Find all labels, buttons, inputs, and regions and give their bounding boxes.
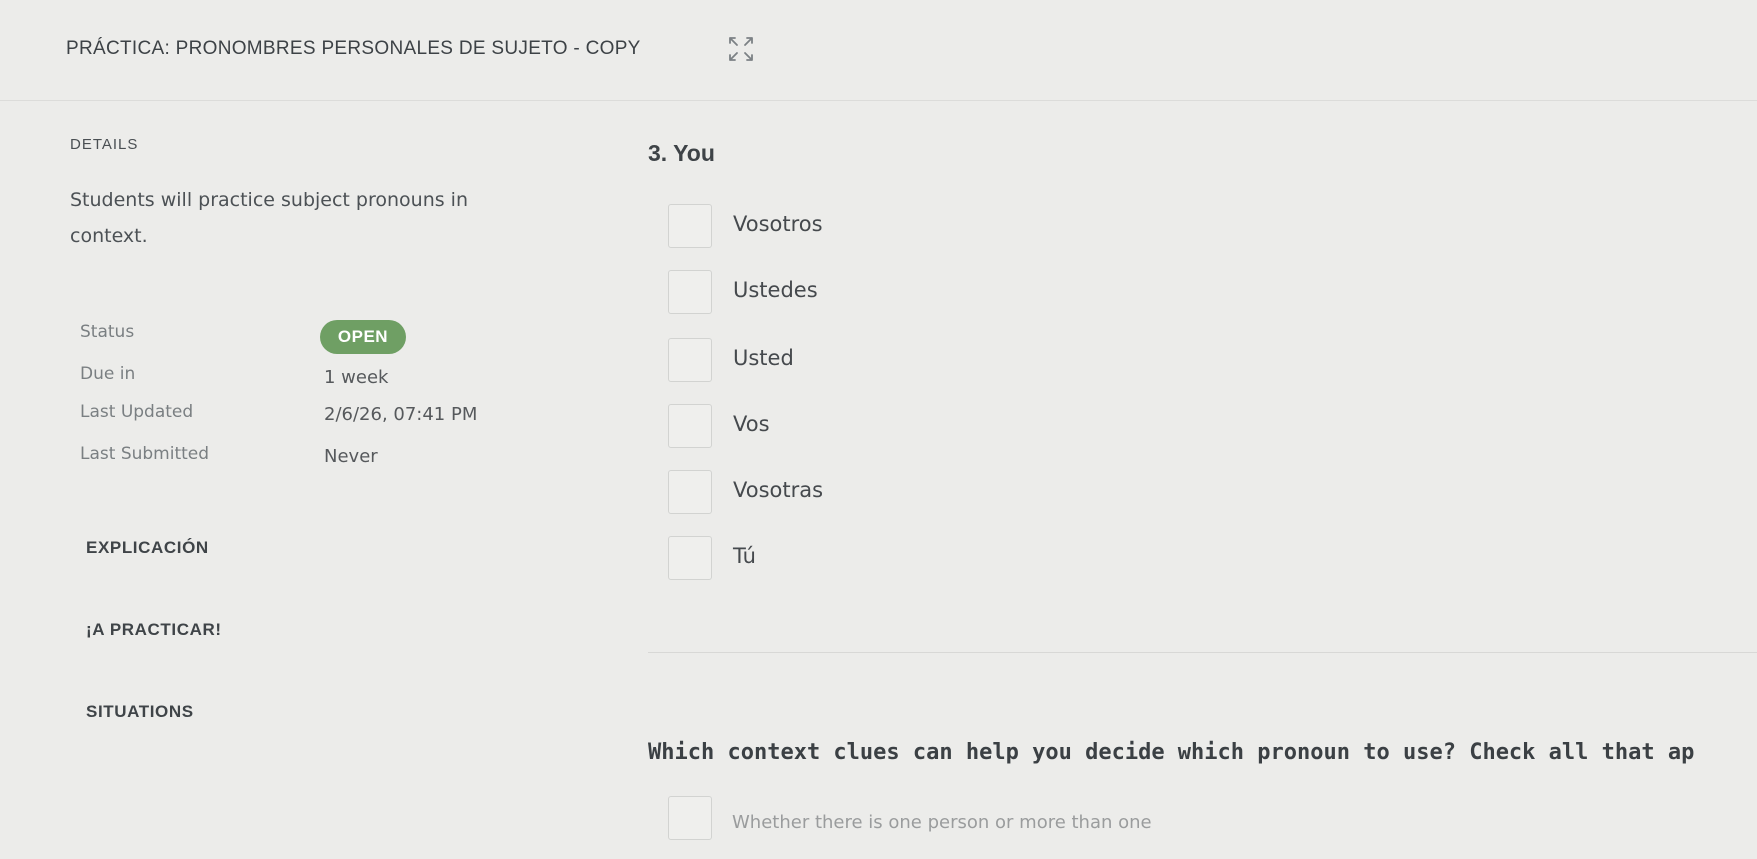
due-label: Due in [80, 364, 136, 384]
last-submitted-label: Last Submitted [80, 444, 210, 464]
question-2-title: Which context clues can help you decide … [648, 740, 1695, 765]
option-label: Vosotras [733, 478, 824, 502]
option-label: Vos [733, 412, 770, 436]
page-title: PRÁCTICA: PRONOMBRES PERSONALES DE SUJET… [66, 38, 641, 59]
section-explicacion[interactable]: EXPLICACIÓN [86, 538, 209, 558]
option-ustedes[interactable]: Ustedes [668, 270, 1068, 320]
option-vosotros[interactable]: Vosotros [668, 204, 1068, 254]
option-label: Vosotros [733, 212, 823, 236]
option-checkbox[interactable] [668, 536, 712, 580]
option-label: Tú [733, 544, 756, 568]
option-tu[interactable]: Tú [668, 536, 1068, 586]
question-title: 3. You [648, 140, 715, 166]
question-divider [648, 652, 1757, 653]
due-value: 1 week [324, 367, 389, 388]
header-bar: PRÁCTICA: PRONOMBRES PERSONALES DE SUJET… [0, 0, 1757, 101]
option-vosotras[interactable]: Vosotras [668, 470, 1068, 520]
details-panel: DETAILS Students will practice subject p… [66, 100, 626, 859]
option-label: Whether there is one person or more than… [732, 812, 1152, 833]
option-checkbox[interactable] [668, 204, 712, 248]
option-checkbox[interactable] [668, 338, 712, 382]
option-checkbox[interactable] [668, 404, 712, 448]
option-vos[interactable]: Vos [668, 404, 1068, 454]
section-situations[interactable]: SITUATIONS [86, 702, 194, 722]
assignment-description: Students will practice subject pronouns … [70, 189, 469, 247]
expand-arrows-icon[interactable] [726, 34, 756, 64]
option-checkbox[interactable] [668, 796, 712, 840]
option-label: Usted [733, 346, 794, 370]
section-practicar[interactable]: ¡A PRACTICAR! [86, 620, 222, 640]
last-updated-value: 2/6/26, 07:41 PM [324, 404, 478, 425]
status-badge: OPEN [320, 320, 406, 354]
last-submitted-value: Never [324, 446, 378, 467]
option-checkbox[interactable] [668, 470, 712, 514]
option-label: Ustedes [733, 278, 818, 302]
last-updated-label: Last Updated [80, 402, 194, 422]
option-usted[interactable]: Usted [668, 338, 1068, 388]
status-label: Status [80, 322, 135, 342]
option-checkbox[interactable] [668, 270, 712, 314]
assignment-page: PRÁCTICA: PRONOMBRES PERSONALES DE SUJET… [0, 0, 1757, 859]
details-heading: DETAILS [70, 136, 139, 153]
